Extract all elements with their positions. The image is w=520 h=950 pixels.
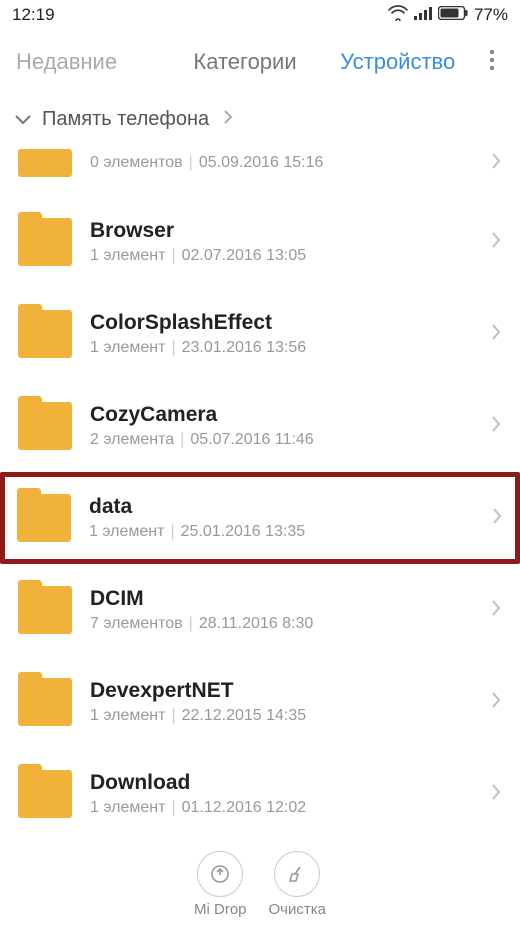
clean-label: Очистка (269, 901, 326, 918)
breadcrumb[interactable]: Память телефона (0, 94, 520, 144)
folder-icon (18, 218, 72, 266)
list-item[interactable]: Browser 1 элемент|02.07.2016 13:05 (0, 196, 520, 288)
tab-recent[interactable]: Недавние (10, 49, 169, 75)
folder-name: data (89, 495, 483, 519)
chevron-right-icon (490, 151, 502, 176)
list-item-highlighted[interactable]: data 1 элемент|25.01.2016 13:35 (0, 472, 520, 564)
broom-icon (274, 851, 320, 897)
midrop-icon (197, 851, 243, 897)
list-item[interactable]: ColorSplashEffect 1 элемент|23.01.2016 1… (0, 288, 520, 380)
chevron-down-icon (14, 113, 32, 125)
chevron-right-icon (490, 230, 502, 255)
battery-percent: 77% (474, 5, 508, 25)
list-item[interactable]: Download 1 элемент|01.12.2016 12:02 (0, 748, 520, 840)
bottom-bar: Mi Drop Очистка (0, 851, 520, 918)
chevron-right-icon (223, 108, 233, 131)
tab-categories[interactable]: Категории (169, 49, 322, 75)
chevron-right-icon (490, 690, 502, 715)
folder-icon (18, 310, 72, 358)
folder-name: ColorSplashEffect (90, 311, 482, 335)
chevron-right-icon (490, 414, 502, 439)
folder-icon (18, 586, 72, 634)
folder-icon (18, 678, 72, 726)
chevron-right-icon (490, 782, 502, 807)
midrop-label: Mi Drop (194, 901, 247, 918)
folder-name: DCIM (90, 587, 482, 611)
folder-list[interactable]: 0 элементов|05.09.2016 15:16 Browser 1 э… (0, 144, 520, 950)
breadcrumb-label: Память телефона (42, 108, 209, 131)
overflow-menu-icon[interactable] (474, 48, 510, 77)
midrop-button[interactable]: Mi Drop (194, 851, 247, 918)
chevron-right-icon (490, 598, 502, 623)
chevron-right-icon (490, 322, 502, 347)
status-right: 77% (388, 5, 508, 26)
battery-icon (438, 5, 468, 25)
list-item[interactable]: CozyCamera 2 элемента|05.07.2016 11:46 (0, 380, 520, 472)
chevron-right-icon (491, 506, 503, 531)
clock: 12:19 (12, 5, 55, 25)
list-item[interactable]: DevexpertNET 1 элемент|22.12.2015 14:35 (0, 656, 520, 748)
folder-icon (17, 494, 71, 542)
top-tabs: Недавние Категории Устройство (0, 30, 520, 94)
clean-button[interactable]: Очистка (269, 851, 326, 918)
folder-icon (18, 402, 72, 450)
folder-name: Browser (90, 219, 482, 243)
tab-device[interactable]: Устройство (321, 49, 474, 75)
status-bar: 12:19 77% (0, 0, 520, 30)
folder-icon (18, 770, 72, 818)
folder-name: DevexpertNET (90, 679, 482, 703)
folder-icon (18, 149, 72, 177)
list-item[interactable]: DCIM 7 элементов|28.11.2016 8:30 (0, 564, 520, 656)
list-item[interactable]: 0 элементов|05.09.2016 15:16 (0, 144, 520, 196)
item-info: 0 элементов|05.09.2016 15:16 (90, 154, 482, 172)
folder-name: Download (90, 771, 482, 795)
signal-icon (414, 5, 432, 25)
folder-name: CozyCamera (90, 403, 482, 427)
wifi-icon (388, 5, 408, 26)
